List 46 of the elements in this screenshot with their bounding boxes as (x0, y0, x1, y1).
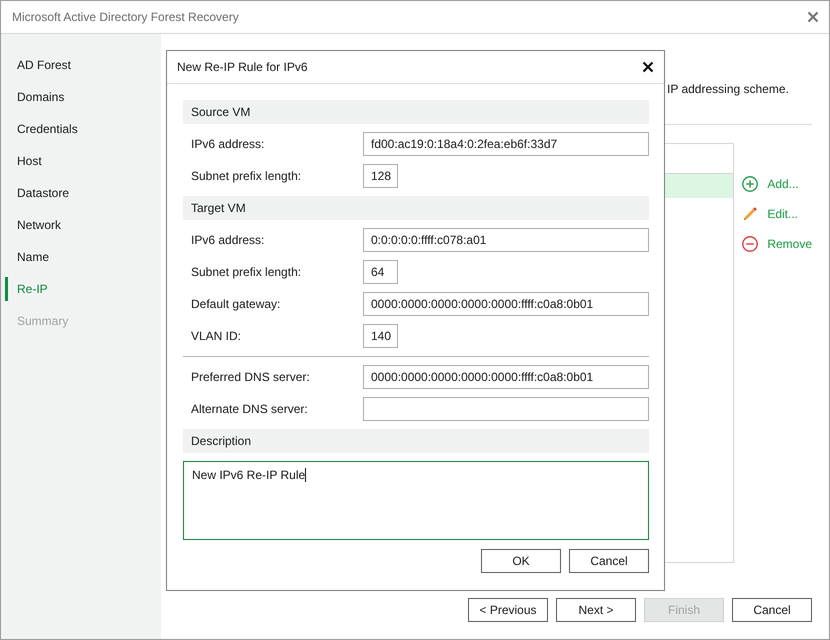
sidebar-item[interactable]: Name (5, 245, 161, 269)
text-cursor-icon (305, 468, 306, 482)
window-title: Microsoft Active Directory Forest Recovery (12, 10, 239, 24)
minus-circle-icon (742, 236, 758, 252)
next-button[interactable]: Next > (556, 598, 636, 622)
sidebar-item[interactable]: AD Forest (5, 53, 161, 77)
dialog-title: New Re-IP Rule for IPv6 (177, 60, 308, 74)
field-label: Default gateway: (190, 297, 282, 311)
field-label: Subnet prefix length: (190, 169, 302, 183)
section-header: Source VM (183, 100, 649, 124)
text-field[interactable]: 0000:0000:0000:0000:0000:ffff:c0a8:0b01 (363, 292, 649, 316)
remove-button[interactable]: Remove (742, 236, 812, 252)
field-label: VLAN ID: (190, 329, 242, 343)
text-field[interactable] (363, 397, 649, 421)
cancel-button[interactable]: Cancel (732, 598, 812, 622)
close-button[interactable] (642, 61, 654, 73)
field-label: Subnet prefix length: (190, 265, 302, 279)
number-field[interactable]: 128 (363, 164, 398, 188)
close-icon (642, 61, 654, 73)
section-header: Description (183, 429, 649, 453)
text-field[interactable]: 0000:0000:0000:0000:0000:ffff:c0a8:0b01 (363, 365, 649, 389)
field-label: IPv6 address: (190, 137, 266, 151)
close-icon (807, 11, 819, 23)
number-field[interactable]: 140 (363, 324, 398, 348)
cancel-button[interactable]: Cancel (569, 549, 649, 573)
sidebar-item[interactable]: Host (5, 149, 161, 173)
sidebar-item[interactable]: Network (5, 213, 161, 237)
description-field[interactable]: New IPv6 Re-IP Rule (183, 461, 649, 540)
ok-button[interactable]: OK (481, 549, 561, 573)
field-label: IPv6 address: (190, 233, 266, 247)
previous-button[interactable]: < Previous (468, 598, 548, 622)
page-description: IP addressing scheme. (667, 82, 790, 96)
text-field[interactable]: fd00:ac19:0:18a4:0:2fea:eb6f:33d7 (363, 132, 649, 156)
add-button[interactable]: Add... (742, 176, 812, 192)
field-label: Preferred DNS server: (190, 370, 311, 384)
pencil-icon (742, 206, 758, 222)
section-header: Target VM (183, 196, 649, 220)
sidebar-item[interactable]: Datastore (5, 181, 161, 205)
number-field[interactable]: 64 (363, 260, 398, 284)
sidebar-item[interactable]: Re-IP (5, 277, 161, 301)
text-field[interactable]: 0:0:0:0:0:ffff:c078:a01 (363, 228, 649, 252)
field-label: Alternate DNS server: (190, 402, 309, 416)
plus-circle-icon (742, 176, 758, 192)
sidebar-item[interactable]: Domains (5, 85, 161, 109)
sidebar-item[interactable]: Credentials (5, 117, 161, 141)
edit-button[interactable]: Edit... (742, 206, 812, 222)
